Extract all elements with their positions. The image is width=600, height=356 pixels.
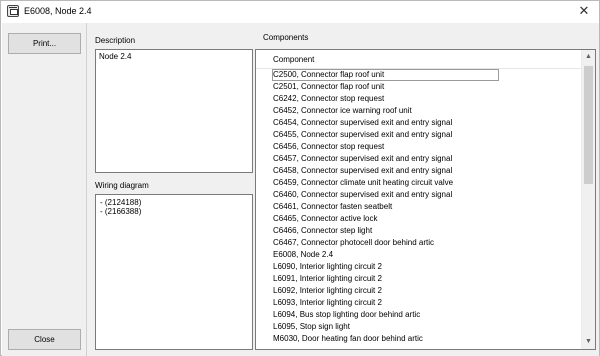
list-item[interactable]: C6460, Connector supervised exit and ent… [256, 189, 582, 201]
list-item[interactable]: C6456, Connector stop request [256, 141, 582, 153]
list-item[interactable]: C6467, Connector photocell door behind a… [256, 237, 582, 249]
list-item[interactable]: C6457, Connector supervised exit and ent… [256, 153, 582, 165]
close-icon[interactable]: ✕ [569, 1, 599, 22]
scroll-up-icon[interactable]: ▲ [582, 50, 595, 64]
list-item[interactable]: C6461, Connector fasten seatbelt [256, 201, 582, 213]
wiring-item[interactable]: - (2166388) [96, 207, 252, 216]
list-item[interactable]: C2501, Connector flap roof unit [256, 81, 582, 93]
list-item[interactable]: C2500, Connector flap roof unit [272, 69, 499, 81]
list-item[interactable]: C6459, Connector climate unit heating ci… [256, 177, 582, 189]
print-button[interactable]: Print... [8, 33, 81, 54]
wiring-item[interactable]: - (2124188) [96, 195, 252, 207]
wiring-diagram-list[interactable]: - (2124188) - (2166388) [95, 194, 253, 350]
list-item[interactable]: C6466, Connector step light [256, 225, 582, 237]
scroll-thumb[interactable] [584, 66, 593, 184]
list-item[interactable]: L6094, Bus stop lighting door behind art… [256, 309, 582, 321]
description-label: Description [95, 36, 136, 45]
app-icon [7, 5, 19, 17]
components-label: Components [263, 33, 309, 42]
main-area: Description Node 2.4 Wiring diagram - (2… [89, 23, 599, 356]
dialog-client: Print... Close Description Node 2.4 Wiri… [2, 23, 599, 356]
component-column-header-label: Component [273, 55, 315, 64]
list-item[interactable]: C6455, Connector supervised exit and ent… [256, 129, 582, 141]
list-item[interactable]: C6454, Connector supervised exit and ent… [256, 117, 582, 129]
close-button[interactable]: Close [8, 329, 81, 350]
vertical-scrollbar[interactable]: ▲ ▼ [581, 50, 595, 349]
list-item[interactable]: L6093, Interior lighting circuit 2 [256, 297, 582, 309]
component-column-header[interactable]: Component [256, 50, 582, 69]
title-bar: E6008, Node 2.4 ✕ [1, 1, 599, 23]
list-item[interactable]: L6091, Interior lighting circuit 2 [256, 273, 582, 285]
list-item[interactable]: C6452, Connector ice warning roof unit [256, 105, 582, 117]
list-item[interactable]: E6008, Node 2.4 [256, 249, 582, 261]
list-item[interactable]: C6458, Connector supervised exit and ent… [256, 165, 582, 177]
list-item[interactable]: L6090, Interior lighting circuit 2 [256, 261, 582, 273]
list-item[interactable]: M6030, Door heating fan door behind arti… [256, 333, 582, 345]
components-list[interactable]: Component C2500, Connector flap roof uni… [255, 49, 596, 350]
list-item[interactable]: L6095, Stop sign light [256, 321, 582, 333]
list-item[interactable]: L6092, Interior lighting circuit 2 [256, 285, 582, 297]
list-item[interactable]: C6465, Connector active lock [256, 213, 582, 225]
wiring-diagram-label: Wiring diagram [95, 181, 149, 190]
scroll-down-icon[interactable]: ▼ [582, 335, 595, 349]
description-field[interactable]: Node 2.4 [95, 49, 253, 173]
description-text: Node 2.4 [99, 52, 132, 61]
left-button-panel: Print... Close [2, 23, 87, 356]
window-title: E6008, Node 2.4 [24, 6, 92, 16]
components-list-body: C2500, Connector flap roof unit C2501, C… [256, 69, 582, 345]
dialog-window: E6008, Node 2.4 ✕ Print... Close Descrip… [0, 0, 600, 356]
list-item[interactable]: C6242, Connector stop request [256, 93, 582, 105]
